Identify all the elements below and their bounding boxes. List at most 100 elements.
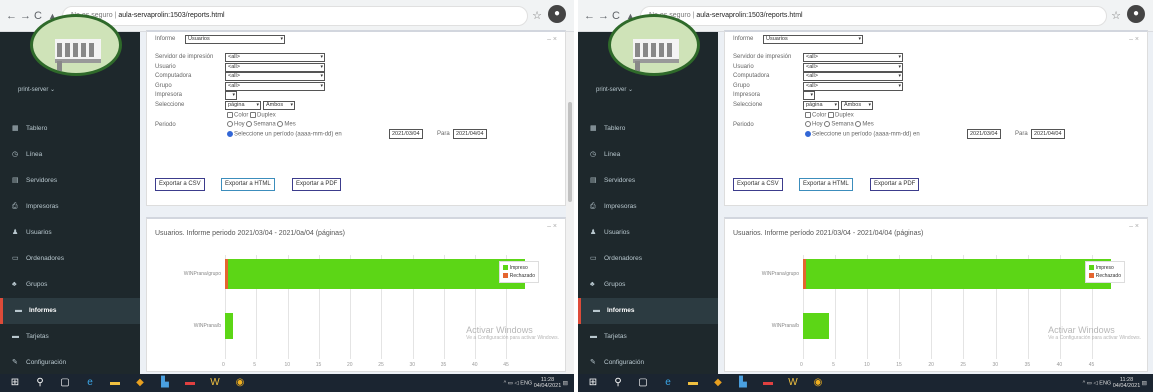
reload-icon[interactable]: C	[34, 10, 42, 22]
network-icon[interactable]: ▭	[1087, 380, 1092, 386]
date-from-input[interactable]: 2021/03/04	[967, 129, 1001, 139]
mail-icon[interactable]: ▬	[183, 376, 197, 390]
bar-impreso[interactable]	[806, 259, 1111, 289]
task-view-icon[interactable]: ▢	[636, 376, 650, 390]
export-html-button[interactable]: Exportar a HTML	[799, 178, 853, 191]
sidebar-item-línea[interactable]: ◷ Línea	[578, 142, 718, 168]
export-pdf-button[interactable]: Exportar a PDF	[870, 178, 920, 191]
export-csv-button[interactable]: Exportar a CSV	[155, 178, 205, 191]
sidebar-item-servidores[interactable]: ▤ Servidores	[0, 168, 140, 194]
clock[interactable]: 11:28 04/04/2021	[534, 377, 562, 389]
pages-select[interactable]: página ▾	[803, 101, 839, 110]
word-icon[interactable]: W	[208, 376, 222, 390]
search-icon[interactable]: ⚲	[611, 376, 625, 390]
sides-select[interactable]: Ambos ▾	[841, 101, 873, 110]
periodo-radio[interactable]	[855, 121, 862, 127]
sidebar-item-impresoras[interactable]: ⎙ Impresoras	[578, 194, 718, 220]
periodo-radio[interactable]	[227, 121, 233, 127]
periodo-radio[interactable]	[805, 121, 811, 127]
chevron-up-icon[interactable]: ^	[504, 380, 507, 386]
field-select[interactable]: <all> ▾	[225, 62, 325, 72]
mail-icon[interactable]: ▬	[761, 376, 775, 390]
bar-impreso[interactable]	[803, 313, 829, 339]
field-select[interactable]: <all> ▾	[225, 53, 325, 62]
sidebar-item-grupos[interactable]: ♣ Grupos	[0, 272, 140, 298]
star-icon[interactable]: ☆	[1111, 9, 1121, 22]
chrome-icon[interactable]: ◉	[233, 376, 247, 390]
sidebar-item-impresoras[interactable]: ⎙ Impresoras	[0, 194, 140, 220]
export-html-button[interactable]: Exportar a HTML	[221, 178, 275, 191]
color-checkbox[interactable]	[805, 112, 811, 118]
sidebar-item-servidores[interactable]: ▤ Servidores	[578, 168, 718, 194]
informe-select[interactable]: Usuarios ▾	[185, 35, 285, 44]
profile-icon[interactable]: ●	[548, 5, 566, 23]
sidebar-item-tarjetas[interactable]: ▬ Tarjetas	[0, 324, 140, 350]
user-name[interactable]: print-server ⌄	[596, 86, 633, 93]
field-select[interactable]: <all> ▾	[803, 72, 903, 81]
sidebar-item-ordenadores[interactable]: ▭ Ordenadores	[0, 246, 140, 272]
sidebar-item-tablero[interactable]: ▦ Tablero	[578, 116, 718, 142]
star-icon[interactable]: ☆	[532, 9, 542, 22]
informe-select[interactable]: Usuarios ▾	[763, 35, 863, 44]
export-pdf-button[interactable]: Exportar a PDF	[292, 178, 342, 191]
app-icon[interactable]: ▙	[158, 376, 172, 390]
network-icon[interactable]: ▭	[508, 380, 513, 386]
forward-icon[interactable]: →	[598, 10, 609, 22]
sidebar-item-usuarios[interactable]: ♟ Usuarios	[0, 220, 140, 246]
notification-icon[interactable]: ▤	[1142, 380, 1147, 386]
box-tools[interactable]: – ×	[1129, 36, 1139, 43]
date-to-input[interactable]: 2021/04/04	[1031, 129, 1065, 139]
chevron-up-icon[interactable]: ^	[1083, 380, 1086, 386]
sidebar-item-configuración[interactable]: ✎ Configuración	[578, 350, 718, 376]
edge-icon[interactable]: e	[83, 376, 97, 390]
sidebar-item-grupos[interactable]: ♣ Grupos	[578, 272, 718, 298]
windows-icon[interactable]: ⊞	[586, 376, 600, 390]
language-indicator[interactable]: ENG	[520, 380, 532, 386]
pages-select[interactable]: página ▾	[225, 101, 261, 110]
field-select[interactable]: ▾	[803, 91, 815, 100]
color-checkbox[interactable]	[227, 112, 233, 118]
volume-icon[interactable]: ◁	[1094, 380, 1098, 386]
word-icon[interactable]: W	[786, 376, 800, 390]
date-from-input[interactable]: 2021/03/04	[389, 129, 423, 139]
sidebar-item-informes[interactable]: ▬ Informes	[578, 298, 718, 324]
language-indicator[interactable]: ENG	[1099, 380, 1111, 386]
bar-impreso[interactable]	[228, 259, 525, 289]
profile-icon[interactable]: ●	[1127, 5, 1145, 23]
box-tools[interactable]: – ×	[1129, 223, 1139, 230]
volume-icon[interactable]: ◁	[515, 380, 519, 386]
sides-select[interactable]: Ambos ▾	[263, 101, 295, 110]
notification-icon[interactable]: ▤	[563, 380, 568, 386]
field-select[interactable]: <all> ▾	[225, 81, 325, 91]
field-select[interactable]: <all> ▾	[803, 62, 903, 72]
file-explorer-icon[interactable]: ▬	[686, 376, 700, 390]
address-bar[interactable]: No es seguro | aula-servaprolin:1503/rep…	[62, 6, 528, 26]
store-icon[interactable]: ◆	[133, 376, 147, 390]
file-explorer-icon[interactable]: ▬	[108, 376, 122, 390]
edge-icon[interactable]: e	[661, 376, 675, 390]
duplex-checkbox[interactable]	[828, 112, 835, 118]
store-icon[interactable]: ◆	[711, 376, 725, 390]
windows-icon[interactable]: ⊞	[8, 376, 22, 390]
date-to-input[interactable]: 2021/04/04	[453, 129, 487, 139]
field-select[interactable]: ▾	[225, 91, 237, 100]
field-select[interactable]: <all> ▾	[803, 53, 903, 62]
address-bar[interactable]: No es seguro | aula-servaprolin:1503/rep…	[640, 6, 1107, 26]
clock[interactable]: 11:28 04/04/2021	[1113, 377, 1141, 389]
task-view-icon[interactable]: ▢	[58, 376, 72, 390]
export-csv-button[interactable]: Exportar a CSV	[733, 178, 783, 191]
sidebar-item-tablero[interactable]: ▦ Tablero	[0, 116, 140, 142]
back-icon[interactable]: ←	[6, 10, 17, 22]
box-tools[interactable]: – ×	[547, 223, 557, 230]
duplex-checkbox[interactable]	[250, 112, 257, 118]
user-name[interactable]: print-server ⌄	[18, 86, 55, 93]
reload-icon[interactable]: C	[612, 10, 620, 22]
sidebar-item-usuarios[interactable]: ♟ Usuarios	[578, 220, 718, 246]
sidebar-item-tarjetas[interactable]: ▬ Tarjetas	[578, 324, 718, 350]
sidebar-item-informes[interactable]: ▬ Informes	[0, 298, 140, 324]
periodo-radio[interactable]	[277, 121, 284, 127]
back-icon[interactable]: ←	[584, 10, 595, 22]
periodo-radio[interactable]	[824, 121, 831, 127]
field-select[interactable]: <all> ▾	[225, 72, 325, 81]
custom-period-radio[interactable]	[227, 131, 233, 137]
